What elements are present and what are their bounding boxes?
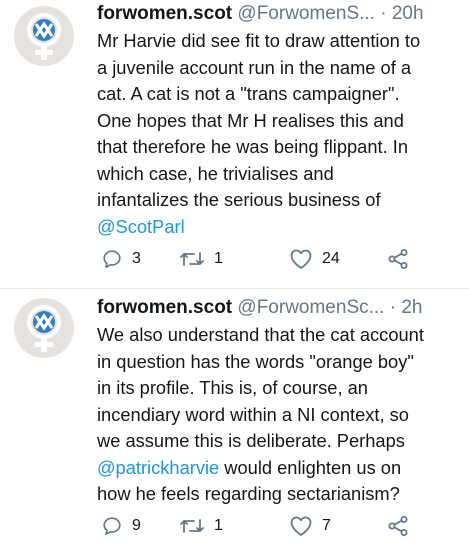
- share-button[interactable]: [387, 246, 409, 272]
- tweet-text-fragment: would enlighten us on: [219, 456, 402, 478]
- reply-icon: [103, 517, 121, 536]
- tweet-text-line: infantalizes the serious business of: [97, 189, 381, 210]
- share-icon: [388, 249, 408, 269]
- separator: ·: [380, 3, 387, 24]
- tweet-text-line: Mr Harvie did see fit to draw attention …: [97, 30, 421, 51]
- tweet-text-line: We also understand that the cat account: [97, 324, 424, 345]
- reply-count: 3: [132, 250, 141, 267]
- reply-icon: [103, 250, 121, 269]
- retweet-count: 1: [214, 517, 223, 534]
- mention-link[interactable]: @patrickharvie: [97, 457, 219, 478]
- user-handle[interactable]: @ForwomenSc...: [237, 297, 384, 318]
- tweet-text: Mr Harvie did see fit to draw attention …: [97, 28, 459, 240]
- retweet-button[interactable]: 1: [179, 246, 223, 272]
- avatar[interactable]: [14, 6, 74, 66]
- tweet-text-line: in its profile. This is, of course, an: [97, 377, 368, 398]
- separator: ·: [389, 297, 397, 318]
- avatar[interactable]: [14, 298, 74, 358]
- reply-button[interactable]: 3: [101, 246, 141, 272]
- tweet-text-line: incendiary word within a NI context, so: [97, 403, 409, 425]
- timestamp[interactable]: 20h: [392, 3, 424, 24]
- like-button[interactable]: 7: [289, 513, 331, 539]
- tweet-text-line: how he feels regarding sectarianism?: [97, 483, 400, 504]
- like-icon: [290, 249, 312, 269]
- retweet-button[interactable]: 1: [179, 513, 223, 539]
- mention-link[interactable]: @ScotParl: [97, 216, 185, 237]
- like-count: 24: [322, 250, 340, 267]
- tweet-text-line: a juvenile account run in the name of a: [97, 56, 412, 78]
- like-count: 7: [322, 517, 331, 534]
- tweet[interactable]: forwomen.scot @ForwomenS... · 20h Mr Har…: [0, 0, 469, 288]
- tweet-text-line: cat. A cat is not a "trans campaigner".: [97, 83, 400, 104]
- avatar-logo-icon: [27, 13, 61, 60]
- like-icon: [290, 516, 312, 536]
- reply-count: 9: [132, 517, 141, 534]
- avatar-logo-icon: [27, 305, 61, 352]
- retweet-icon: [180, 519, 204, 533]
- tweet-text-line: in question has the words "orange boy": [97, 350, 414, 372]
- retweet-count: 1: [214, 250, 223, 267]
- share-button[interactable]: [387, 513, 409, 539]
- tweet-text-line: which case, he trivialises and: [97, 162, 334, 184]
- share-icon: [388, 516, 408, 536]
- tweet-text: We also understand that the cat account …: [97, 322, 459, 508]
- reply-button[interactable]: 9: [101, 513, 141, 539]
- timestamp[interactable]: 2h: [401, 297, 422, 318]
- tweet-text-line: that therefore he was being flippant. In: [97, 136, 408, 157]
- display-name[interactable]: forwomen.scot: [97, 297, 232, 318]
- user-handle[interactable]: @ForwomenS...: [237, 3, 375, 24]
- tweet-header: forwomen.scot @ForwomenSc... · 2h: [97, 296, 422, 320]
- tweet-text-line: One hopes that Mr H realises this and: [97, 109, 404, 131]
- tweet-text-line: we assume this is deliberate. Perhaps: [97, 430, 405, 451]
- tweet-actions: 9 1 7: [97, 513, 427, 539]
- retweet-icon: [180, 252, 204, 266]
- tweet[interactable]: forwomen.scot @ForwomenSc... · 2h We als…: [0, 288, 469, 557]
- display-name[interactable]: forwomen.scot: [97, 3, 232, 24]
- tweet-header: forwomen.scot @ForwomenS... · 20h: [97, 2, 424, 26]
- tweet-actions: 3 1 24: [97, 246, 427, 272]
- like-button[interactable]: 24: [289, 246, 340, 272]
